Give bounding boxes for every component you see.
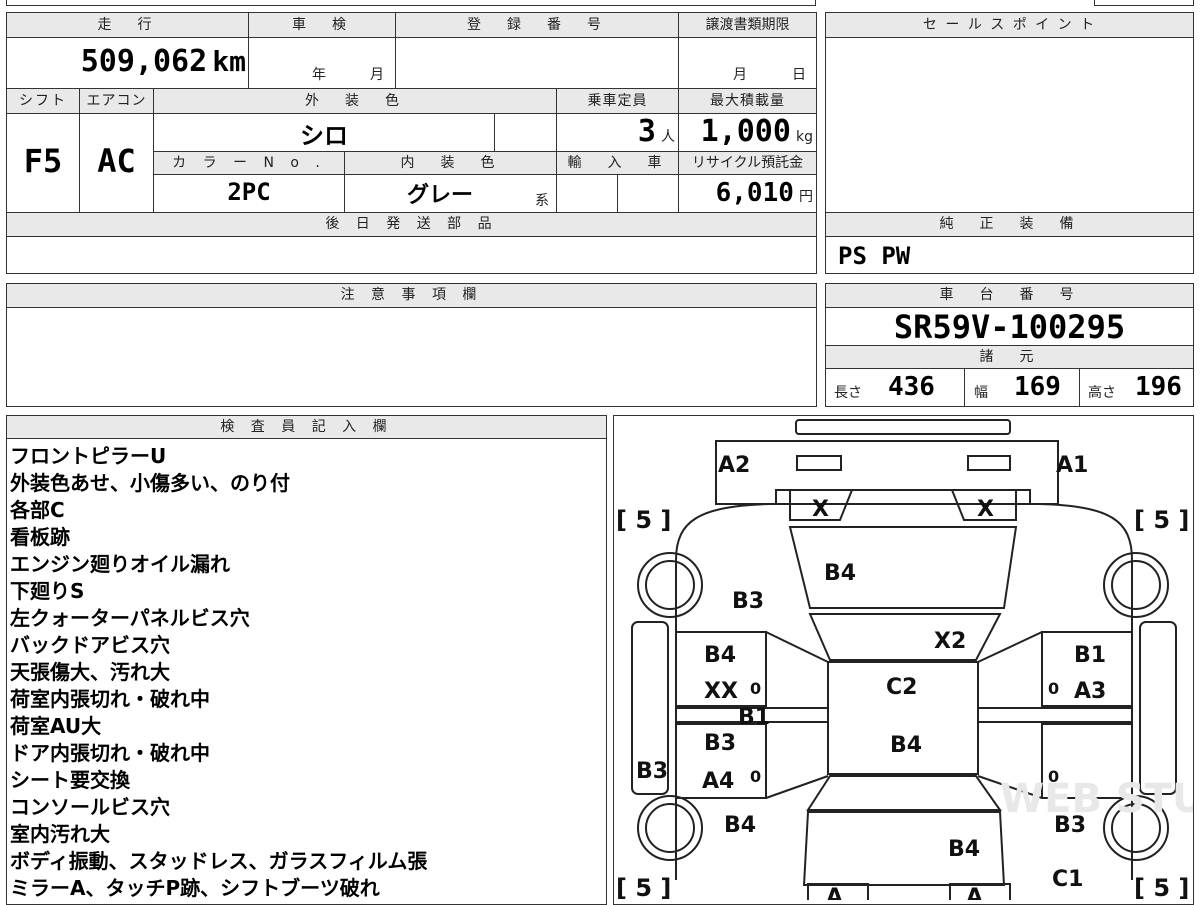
inspection-year-unit: 年 (312, 67, 326, 83)
mark-b1-right: B1 (1074, 643, 1106, 668)
inspector-note-line: 各部C (10, 498, 65, 522)
mark-x-left: X (812, 497, 829, 522)
inspector-note-line: 外装色あせ、小傷多い、のり付 (10, 471, 290, 495)
mark-b3-left-rear-door: B3 (704, 731, 736, 756)
mark-b1-left: B1 (738, 705, 770, 730)
vehicle-diagram: WEB STUDIO [ 5 ] [ 5 ] [ 5 ] [ 5 ] A2 A1… (616, 419, 1193, 900)
height-label: 高さ (1088, 385, 1116, 401)
inspector-notes-label: 検 査 員 記 入 欄 (7, 416, 606, 438)
recycle-label: リサイクル預託金 (679, 152, 816, 174)
mark-b3-left-fender: B3 (732, 589, 764, 614)
inspector-note-line: フロントピラーU (10, 444, 167, 468)
mark-a1: A1 (1056, 453, 1088, 478)
mark-a-left-lamp: A (826, 885, 843, 900)
color-no-label: カ ラ ー N o . (154, 152, 344, 174)
mark-a-right-lamp: A (966, 885, 983, 900)
exterior-color-label: 外 装 色 (154, 89, 556, 113)
interior-color-suffix: 系 (535, 193, 549, 209)
inspector-note-line: 看板跡 (10, 525, 70, 549)
capacity-label: 乗車定員 (557, 89, 678, 113)
mark-zero-4: 0 (1048, 767, 1059, 786)
mileage-label: 走 行 (7, 13, 248, 37)
transfer-day-unit: 日 (792, 67, 806, 83)
transfer-month-unit: 月 (733, 67, 747, 83)
inspector-note-line: 天張傷大、汚れ大 (10, 660, 170, 684)
mark-b4-back: B4 (948, 837, 980, 862)
mark-b3-right-rear: B3 (1054, 813, 1086, 838)
top-cut-row (6, 0, 816, 6)
max-load-label: 最大積載量 (679, 89, 816, 113)
inspector-note-line: シート要交換 (10, 768, 130, 792)
mark-zero-3: 0 (750, 767, 761, 786)
inspector-note-line: バックドアビス穴 (10, 633, 170, 657)
height-value: 196 (1135, 372, 1182, 402)
mark-b3-left-side: B3 (636, 759, 668, 784)
mark-c2-roof: C2 (886, 675, 917, 700)
length-label: 長さ (834, 385, 862, 401)
mark-x-right: X (977, 497, 994, 522)
inspector-note-line: 下廻りS (10, 579, 85, 603)
mark-x2: X2 (934, 629, 966, 654)
inspector-note-line: 荷室内張切れ・破れ中 (10, 687, 210, 711)
aircon-value: AC (97, 142, 136, 180)
inspector-note-line: 左クォーターパネルビス穴 (10, 606, 250, 630)
mark-zero-2: 0 (1048, 679, 1059, 698)
import-label: 輸 入 車 (557, 152, 678, 174)
cautions-label: 注 意 事 項 欄 (7, 284, 816, 307)
mark-a4: A4 (702, 769, 734, 794)
inspector-note-line: ドア内張切れ・破れ中 (10, 741, 210, 765)
shift-value: F5 (23, 142, 63, 180)
capacity-value: 3 人 (637, 114, 675, 149)
genuine-equipment-label: 純 正 装 備 (826, 213, 1193, 236)
inspector-note-line: コンソールビス穴 (10, 795, 170, 819)
inspector-note-line: ボディ振動、スタッドレス、ガラスフィルム張 (10, 849, 428, 873)
mark-zero-1: 0 (750, 679, 761, 698)
exterior-color-value: シロ (300, 122, 348, 150)
mileage-value: 509,062 km (80, 44, 246, 79)
aircon-label: エアコン (80, 89, 153, 113)
chassis-no-label: 車 台 番 号 (826, 284, 1193, 307)
watermark-text: WEB STUDIO (1000, 776, 1193, 822)
front-panel-outline (715, 440, 1059, 505)
top-cut-row-right (1094, 0, 1194, 6)
transfer-deadline-label: 譲渡書類期限 (679, 13, 816, 37)
mark-c1: C1 (1052, 867, 1083, 892)
chassis-no-value: SR59V-100295 (893, 308, 1126, 346)
mark-b4-roof-rear: B4 (890, 733, 922, 758)
mark-a2: A2 (718, 453, 750, 478)
specs-label: 諸 元 (826, 346, 1193, 368)
max-load-value: 1,000 kg (700, 114, 813, 149)
inspector-note-line: 荷室AU大 (10, 714, 102, 738)
tire-fl-label: [ 5 ] (616, 506, 671, 534)
inspector-note-line: ミラーA、タッチP跡、シフトブーツ破れ (10, 876, 380, 900)
interior-color-value: グレー (406, 183, 473, 208)
mark-a3: A3 (1074, 679, 1106, 704)
width-label: 幅 (974, 385, 988, 401)
inspection-label: 車 検 (249, 13, 395, 37)
length-value: 436 (888, 372, 935, 402)
inspector-note-line: 室内汚れ大 (10, 822, 110, 846)
tire-fr-label: [ 5 ] (1134, 506, 1189, 534)
recycle-value: 6,010 円 (715, 178, 813, 208)
inspector-note-line: エンジン廻りオイル漏れ (10, 552, 230, 576)
mark-xx-left: XX (704, 679, 738, 704)
tire-rl-label: [ 5 ] (616, 874, 671, 900)
genuine-equipment-value: PS PW (838, 242, 911, 270)
later-parts-label: 後 日 発 送 部 品 (7, 213, 816, 236)
registration-label: 登 録 番 号 (396, 13, 678, 37)
front-bumper-outline (795, 419, 1011, 435)
mark-b4-hood: B4 (824, 561, 856, 586)
mark-b4-left-front-door: B4 (704, 643, 736, 668)
sales-point-label: セ ー ル ス ポ イ ン ト (826, 13, 1193, 37)
tire-rr-label: [ 5 ] (1134, 874, 1189, 900)
width-value: 169 (1014, 372, 1061, 402)
inspection-month-unit: 月 (370, 67, 384, 83)
windshield-outline (808, 613, 1002, 661)
interior-color-label: 内 装 色 (345, 152, 556, 174)
mark-b4-left-rear: B4 (724, 813, 756, 838)
shift-label: シフト (7, 89, 79, 113)
right-sill-outline (1139, 621, 1177, 795)
color-no-value: 2PC (227, 178, 271, 206)
